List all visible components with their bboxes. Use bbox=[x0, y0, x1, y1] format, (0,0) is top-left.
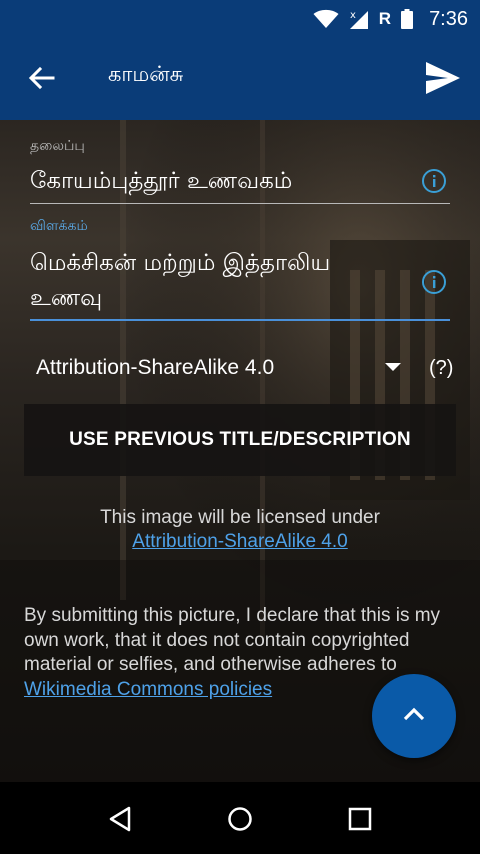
license-link[interactable]: Attribution-ShareAlike 4.0 bbox=[132, 531, 347, 552]
page-title: காமன்சு bbox=[108, 62, 184, 86]
description-info-icon[interactable] bbox=[421, 269, 447, 295]
arrow-back-icon[interactable] bbox=[26, 62, 58, 94]
nav-home-icon[interactable] bbox=[225, 804, 255, 834]
send-icon[interactable] bbox=[424, 60, 462, 96]
description-label: விளக்கம் bbox=[30, 218, 88, 234]
wifi-icon bbox=[313, 9, 339, 29]
app-bar: காமன்சு bbox=[0, 38, 480, 120]
status-bar: x R 7:36 bbox=[0, 0, 480, 38]
signal-icon: x bbox=[349, 8, 369, 30]
use-previous-button[interactable]: USE PREVIOUS TITLE/DESCRIPTION bbox=[24, 404, 456, 476]
title-underline bbox=[30, 203, 450, 204]
system-nav-bar bbox=[0, 782, 480, 854]
title-label: தலைப்பு bbox=[30, 138, 85, 154]
description-line-1: மெக்சிகன் மற்றும் இத்தாலிய bbox=[30, 250, 331, 276]
svg-text:x: x bbox=[350, 10, 356, 21]
license-help-button[interactable]: (?) bbox=[429, 357, 453, 380]
chevron-up-icon bbox=[401, 705, 427, 727]
roaming-indicator: R bbox=[378, 9, 392, 28]
title-input[interactable]: கோயம்புத்தூர் உணவகம் bbox=[30, 164, 292, 199]
description-underline bbox=[30, 319, 450, 321]
license-selected: Attribution-ShareAlike 4.0 bbox=[36, 356, 275, 379]
license-note-text: This image will be licensed under bbox=[100, 507, 380, 528]
nav-recents-icon[interactable] bbox=[345, 804, 375, 834]
declaration-text: By submitting this picture, I declare th… bbox=[24, 605, 441, 675]
commons-policy-link[interactable]: Wikimedia Commons policies bbox=[24, 679, 272, 700]
description-line-2: உணவு bbox=[30, 285, 103, 311]
title-info-icon[interactable] bbox=[421, 168, 447, 194]
clock: 7:36 bbox=[429, 7, 468, 30]
nav-back-icon[interactable] bbox=[105, 804, 135, 834]
expand-button[interactable] bbox=[372, 674, 456, 758]
dropdown-arrow-icon[interactable] bbox=[385, 363, 401, 371]
license-spinner[interactable]: Attribution-ShareAlike 4.0 (?) bbox=[36, 356, 456, 382]
use-previous-label: USE PREVIOUS TITLE/DESCRIPTION bbox=[69, 429, 411, 450]
license-note: This image will be licensed under Attrib… bbox=[0, 506, 480, 554]
battery-icon bbox=[401, 9, 414, 29]
description-input[interactable]: மெக்சிகன் மற்றும் இத்தாலிய உணவு bbox=[30, 246, 330, 316]
